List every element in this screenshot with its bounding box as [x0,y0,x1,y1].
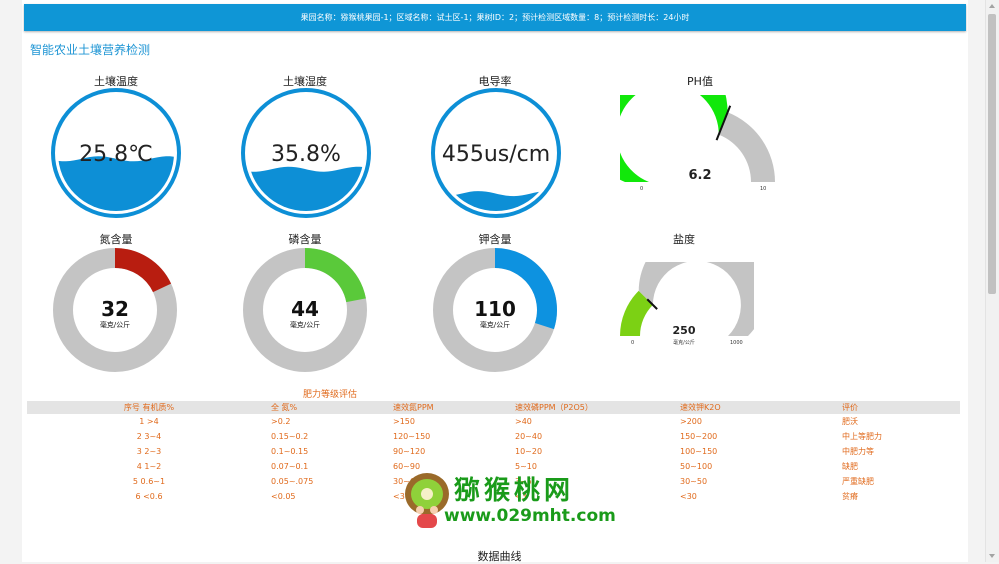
table-cell: <30 [680,492,697,501]
table-cell: 3 2~3 [136,447,162,456]
grade-table-title: 肥力等级评估 [303,390,358,400]
header-total-nitrogen: 全 氮% [269,401,391,414]
info-text: 果园名称：猕猴桃果园-1；区域名称：试土区-1；果树ID：2；预计检测区域数量：… [300,13,690,22]
watermark-logo: 猕猴桃网 www.029mht.com [400,468,616,532]
page-title: 智能农业土壤营养检测 [30,43,151,57]
table-cell: 120~150 [393,432,431,441]
ph-gauge: 0 10 6.2 [620,95,775,192]
table-cell: 中肥力等 [842,447,874,456]
gauge-track [718,112,775,182]
table-cell: 150~200 [680,432,718,441]
ph-value: 6.2 [688,168,711,183]
table-cell: 0.15~0.2 [271,432,309,441]
table-cell: 贫瘠 [842,492,858,501]
salinity-max-label: 1000 [730,340,743,346]
donut-potassium-value: 110 [474,297,516,321]
header-available-potassium: 速效钾K2O [678,401,840,414]
table-cell: >150 [393,417,415,426]
table-cell: 肥沃 [842,417,858,426]
gauge-label-salinity: 盐度 [673,233,695,246]
liquid-fill [248,166,364,211]
header-available-nitrogen: 速效氮PPM [391,401,513,414]
table-cell: 6 <0.6 [135,492,163,501]
liquid-gauge-value: 455us/cm [442,142,550,167]
scroll-up-icon[interactable] [989,4,995,8]
scroll-thumb[interactable] [988,14,996,294]
table-cell: 90~120 [393,447,426,456]
table-cell: 5 0.6~1 [132,477,166,486]
grade-table-header-row: 序号 有机质% 全 氮% 速效氮PPM 速效磷PPM（P2O5） 速效钾K2O … [27,401,960,414]
donut-nitrogen-unit: 毫克/公斤 [100,320,130,329]
table-cell: 1 >4 [139,417,159,426]
gauge-label-humidity: 土壤湿度 [283,75,327,88]
table-cell: <0.05 [271,492,296,501]
donut-nitrogen: 32毫克/公斤 [53,248,177,372]
table-cell: 缺肥 [842,462,858,471]
scroll-down-icon[interactable] [989,554,995,558]
header-evaluation: 评价 [840,401,960,414]
ph-max-label: 10 [760,186,766,192]
table-cell: 30~50 [680,477,708,486]
table-cell: 0.07~0.1 [271,462,309,471]
table-cell: 10~20 [515,447,543,456]
table-row: 1 >4 >0.2 >150 >40 >200 肥沃 [27,414,960,429]
table-cell: >0.2 [271,417,291,426]
vertical-scrollbar[interactable] [985,0,999,562]
salinity-min-label: 0 [631,340,634,346]
watermark-url: www.029mht.com [444,506,616,526]
watermark-name: 猕猴桃网 [454,476,575,506]
table-cell: 4 1~2 [136,462,162,471]
table-row: 2 3~4 0.15~0.2 120~150 20~40 150~200 中上等肥力 [27,429,960,444]
table-cell: 20~40 [515,432,543,441]
table-cell: 2 3~4 [136,432,162,441]
gauge-track [638,262,754,336]
donut-potassium-unit: 毫克/公斤 [480,320,510,329]
table-cell: 0.1~0.15 [271,447,309,456]
donut-phosphorus-unit: 毫克/公斤 [290,320,320,329]
table-cell: 中上等肥力 [842,432,882,441]
table-cell: 100~150 [680,447,718,456]
liquid-gauge-humidity: 35.8% [241,88,371,218]
gauge-label-ph: PH值 [687,75,713,88]
gauge-label-temperature: 土壤温度 [94,75,138,88]
liquid-gauge-value: 25.8℃ [79,142,153,167]
salinity-gauge: 0 1000 250 毫克/公斤 [620,262,754,346]
donut-phosphorus: 44毫克/公斤 [243,248,367,372]
table-cell: 50~100 [680,462,713,471]
liquid-gauge-temperature: 25.8℃ [51,88,181,218]
donut-nitrogen-value: 32 [101,297,129,321]
salinity-unit: 毫克/公斤 [673,339,695,346]
header-available-phosphorus: 速效磷PPM（P2O5） [513,401,678,414]
table-row: 3 2~3 0.1~0.15 90~120 10~20 100~150 中肥力等 [27,444,960,459]
liquid-gauge-conductivity: 455us/cm [431,88,561,218]
header-organic: 序号 有机质% [27,401,269,414]
info-bar: 果园名称：猕猴桃果园-1；区域名称：试土区-1；果树ID：2；预计检测区域数量：… [24,4,966,31]
table-cell: 严重缺肥 [842,477,874,486]
donut-segment [304,248,366,303]
donut-segment [114,248,172,293]
donut-phosphorus-value: 44 [291,297,319,321]
liquid-gauge-value: 35.8% [271,142,341,167]
table-cell: >200 [680,417,702,426]
salinity-value: 250 [673,324,696,337]
ph-min-label: 0 [640,186,643,192]
table-cell: 0.05~.075 [271,477,314,486]
table-cell: >40 [515,417,532,426]
gauge-label-conductivity: 电导率 [478,75,512,88]
donut-potassium: 110毫克/公斤 [433,248,557,372]
